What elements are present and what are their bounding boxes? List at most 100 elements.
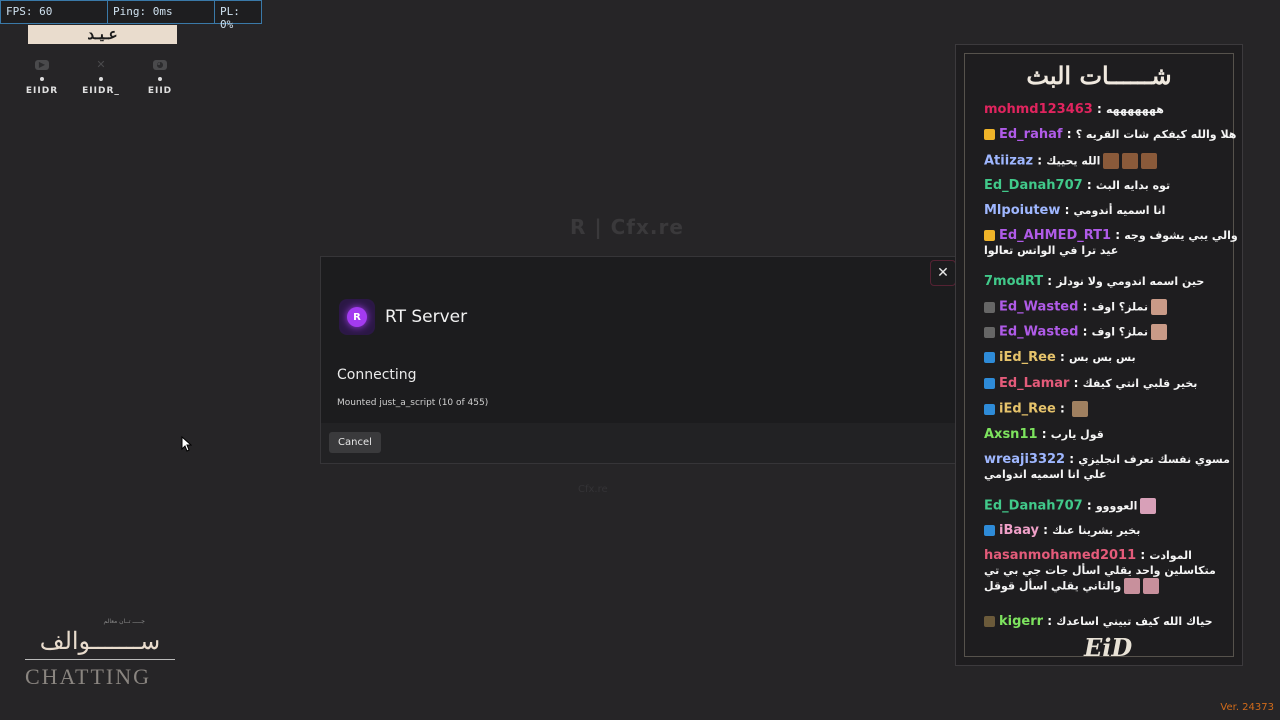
server-header: R RT Server	[339, 299, 467, 335]
user-badge-icon	[984, 378, 995, 389]
background-brand: R | Cfx.re	[570, 215, 684, 239]
brand-arabic: ســـــــوالف	[39, 627, 161, 655]
chat-username[interactable]: Ed_Lamar	[999, 376, 1069, 391]
social-label: EIIDR_	[82, 86, 120, 96]
connecting-dialog: ✕ R RT Server Connecting Mounted just_a_…	[320, 256, 961, 464]
user-badge-icon	[984, 525, 995, 536]
social-x: ✕ EIIDR_	[81, 58, 121, 96]
chat-username[interactable]: Axsn11	[984, 427, 1038, 442]
chat-username[interactable]: mohmd123463	[984, 102, 1093, 117]
youtube-icon: ▶	[35, 60, 49, 70]
chat-text: العوووو	[1095, 499, 1138, 513]
background-subtext: Cfx.re	[578, 484, 608, 495]
perf-overlay: FPS: 60 Ping: 0ms PL: 0%	[0, 0, 262, 31]
chat-username[interactable]: iBaay	[999, 523, 1039, 538]
chat-separator: :	[1092, 102, 1107, 116]
social-label: EIID	[147, 86, 173, 96]
user-badge-icon	[984, 616, 995, 627]
social-youtube: ▶ EIIDR	[22, 60, 62, 96]
emote-icon	[1143, 578, 1160, 594]
chat-message: kigerr : حياك الله كيف تبيني اساعدك	[984, 614, 1213, 629]
dialog-footer: Cancel	[321, 423, 960, 463]
chatting-brand: جـــــ تــان معالم ســـــــوالف CHATTING	[25, 618, 175, 690]
brand-tagline: جـــــ تــان معالم	[103, 618, 146, 625]
chat-title: شــــــات البث	[1026, 61, 1172, 90]
chat-username[interactable]: Ed_Danah707	[984, 499, 1083, 514]
server-name: RT Server	[385, 307, 468, 327]
chat-separator: :	[1082, 498, 1096, 513]
emote-icon	[1151, 324, 1168, 340]
chat-separator: :	[1038, 523, 1053, 537]
connection-status: Connecting	[337, 367, 417, 383]
chat-username[interactable]: Ed_rahaf	[999, 127, 1063, 142]
chat-message: Ed_AHMED_RT1 : والي يبي يشوف وجه عيد ترا…	[984, 228, 1244, 258]
close-button[interactable]: ✕	[930, 260, 956, 286]
chat-username[interactable]: Ed_AHMED_RT1	[999, 228, 1111, 243]
chat-username[interactable]: Ed_Danah707	[984, 178, 1083, 193]
chat-message: Ed_rahaf : هلا والله كيفكم شات القريه ؟	[984, 127, 1236, 142]
emote-icon	[1122, 153, 1139, 169]
chat-message: Ed_Danah707 : العوووو	[984, 498, 1157, 514]
chat-separator: :	[1078, 324, 1092, 339]
user-badge-icon	[984, 326, 995, 338]
chat-message: wreaji3322 : مسوي نفسك تعرف انجليزي علي …	[984, 452, 1244, 482]
chat-separator: :	[1043, 614, 1057, 628]
chat-username[interactable]: wreaji3322	[984, 452, 1065, 467]
emote-icon	[1124, 578, 1141, 594]
x-icon: ✕	[96, 58, 106, 71]
chat-message: Mlpoiutew : انا اسميه أندومي	[984, 203, 1165, 218]
chat-username[interactable]: Mlpoiutew	[984, 203, 1060, 218]
chat-logo: EiD	[1084, 633, 1133, 662]
chat-username[interactable]: kigerr	[999, 614, 1043, 629]
chat-username[interactable]: Atiizaz	[984, 154, 1033, 169]
cancel-button[interactable]: Cancel	[329, 432, 381, 453]
chat-separator: :	[1043, 274, 1057, 288]
chat-username[interactable]: iEd_Ree	[999, 402, 1056, 417]
chat-separator: :	[1065, 452, 1079, 466]
brand-english: CHATTING	[25, 664, 151, 689]
chat-message: mohmd123463 : هههههههه	[984, 102, 1164, 117]
ping-readout: Ping: 0ms	[108, 1, 215, 23]
chat-text: الله يحييك	[1046, 154, 1101, 168]
chat-text: نملز؟ اوف	[1091, 300, 1149, 314]
stream-chat-panel: شــــــات البث mohmd123463 : هههههههه Ed_…	[955, 44, 1243, 666]
user-badge-icon	[984, 403, 995, 415]
streamer-logo: عـيـد	[28, 25, 177, 44]
user-badge-icon	[984, 129, 995, 140]
chat-separator: :	[1037, 427, 1051, 441]
chat-message: Ed_Wasted : نملز؟ اوف	[984, 324, 1168, 340]
chat-separator: :	[1078, 299, 1092, 314]
packet-loss-readout: PL: 0%	[220, 5, 240, 31]
chat-message: 7modRT : حين اسمه اندومي ولا نودلز	[984, 274, 1204, 289]
chat-message: hasanmohamed2011 : الموادت متكاسلين واحد…	[984, 548, 1244, 594]
chat-username[interactable]: iEd_Ree	[999, 350, 1056, 365]
discord-icon: ◕	[153, 60, 167, 70]
fps-readout: FPS: 60	[1, 1, 108, 23]
user-badge-icon	[984, 301, 995, 313]
chat-separator: :	[1060, 203, 1074, 217]
chat-username[interactable]: Ed_Wasted	[999, 325, 1078, 340]
chat-text: بخير قلبي انتي كيفك	[1082, 377, 1198, 390]
chat-text: توه بدايه البث	[1095, 179, 1171, 192]
emote-icon	[1141, 153, 1158, 169]
emote-icon	[1103, 153, 1120, 169]
chat-separator: :	[1136, 548, 1150, 562]
chat-username[interactable]: 7modRT	[984, 274, 1043, 289]
version-label: Ver. 24373	[1220, 702, 1274, 713]
user-badge-icon	[984, 230, 995, 241]
chat-separator: :	[1082, 178, 1096, 192]
chat-separator: :	[1055, 350, 1069, 364]
chat-message: Ed_Danah707 : توه بدايه البث	[984, 178, 1170, 193]
mouse-cursor-icon	[181, 436, 192, 452]
social-links: ▶ EIIDR ✕ EIIDR_ ◕ EIID	[22, 58, 180, 96]
connection-detail: Mounted just_a_script (10 of 455)	[337, 398, 489, 408]
server-logo-icon: R	[339, 299, 375, 335]
chat-text: حياك الله كيف تبيني اساعدك	[1056, 615, 1213, 628]
emote-icon	[1140, 498, 1157, 514]
chat-text: بخير بشرينا عنك	[1052, 524, 1141, 537]
chat-separator: :	[1033, 153, 1047, 168]
chat-username[interactable]: hasanmohamed2011	[984, 548, 1136, 563]
chat-message: iEd_Ree :	[984, 401, 1088, 417]
chat-username[interactable]: Ed_Wasted	[999, 300, 1078, 315]
chat-separator: :	[1055, 401, 1069, 416]
